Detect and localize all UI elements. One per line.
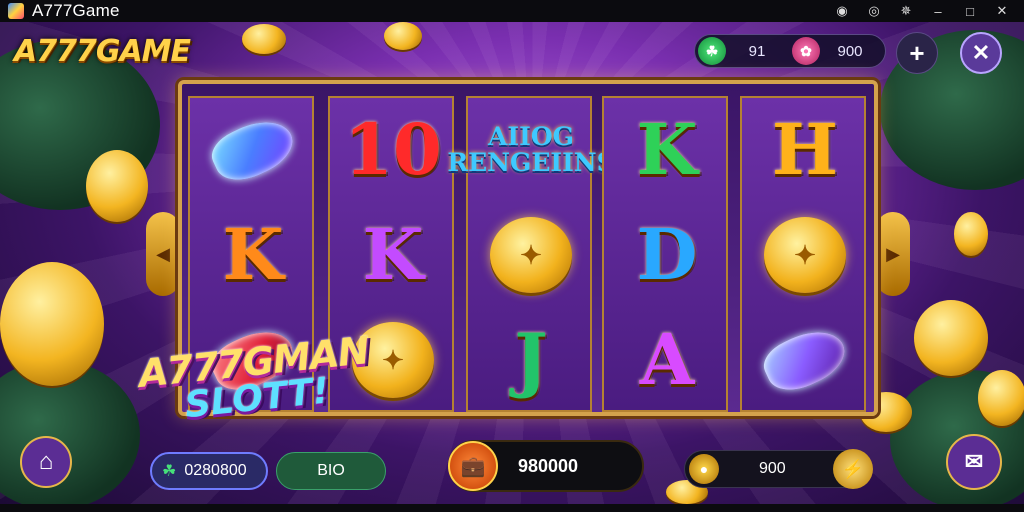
chevron-left-icon: ◀ [156, 243, 170, 264]
home-button[interactable]: ⌂ [20, 436, 72, 488]
window-controls: ◉ ◎ ✵ – □ ✕ [826, 0, 1018, 22]
reel-4: KDA [602, 96, 728, 412]
reel-cell: D [604, 203, 730, 307]
coin-symbol: ✦ [764, 217, 846, 293]
window-titlebar: A777Game ◉ ◎ ✵ – □ ✕ [0, 0, 1024, 22]
reel-cell: AIIOG RENGEIINS [447, 98, 614, 202]
chat-icon: ✉ [964, 449, 984, 474]
flower-icon: ✿ [792, 37, 820, 65]
reel-cell: H [742, 98, 868, 202]
next-arrow-button[interactable]: ▶ [876, 212, 910, 296]
record-icon[interactable]: ◉ [826, 0, 858, 22]
close-button[interactable]: ✕ [960, 32, 1002, 74]
decor-coin [384, 22, 422, 50]
reel-cell: ✦ [742, 203, 868, 307]
bag-icon: 💼 [460, 455, 486, 478]
lightning-icon: ⚡ [841, 458, 865, 479]
decor-coin [0, 262, 104, 386]
close-icon: ✕ [971, 40, 991, 65]
decor-coin [978, 370, 1024, 426]
reel-cell: K [604, 98, 730, 202]
letter-symbol: K [636, 108, 698, 191]
decor-coin [954, 212, 988, 256]
letter-symbol: A [639, 318, 695, 401]
game-logo: A777GAME [14, 34, 191, 69]
wallet-secondary-value: 900 [837, 42, 863, 60]
credit-pill: ☘ 0280800 [150, 452, 268, 490]
banner-symbol: AIIOG RENGEIINS [447, 121, 615, 177]
letter-symbol: K [362, 213, 424, 296]
plus-icon: + [909, 37, 925, 68]
letter-symbol: H [771, 108, 839, 191]
reel-cell: 10 [330, 98, 456, 202]
reel-cell [742, 308, 868, 412]
minimize-button[interactable]: – [922, 0, 954, 22]
chat-button[interactable]: ✉ [946, 434, 1002, 490]
window-title: A777Game [32, 1, 120, 20]
reel-cell: ✦ [468, 203, 594, 307]
coin-icon: ● [689, 454, 719, 484]
letter-symbol: J [514, 318, 548, 401]
bet-button[interactable]: BIO [276, 452, 386, 490]
reel-5: H ✦ [740, 96, 866, 412]
spin-button[interactable]: 💼 [448, 441, 498, 491]
decor-coin [242, 24, 286, 54]
add-button[interactable]: + [896, 32, 938, 74]
win-value: 900 [759, 460, 786, 477]
credit-value: 0280800 [184, 462, 247, 479]
win-pill: ● 900 ⚡ [684, 449, 873, 489]
clover-icon: ☘ [698, 37, 726, 65]
prev-arrow-button[interactable]: ◀ [146, 212, 180, 296]
reel-cell: K [330, 203, 456, 307]
game-window: A777GAME ☘ 91 ✿ 900 + ✕ ◀ ▶ K 10 K ✦ AIIOG R… [0, 0, 1024, 512]
letter-symbol: D [636, 213, 698, 296]
bet-label: BIO [317, 462, 345, 479]
coin-symbol: ✦ [490, 217, 572, 293]
decor-coin [914, 300, 988, 376]
settings-icon[interactable]: ✵ [890, 0, 922, 22]
gem-symbol [205, 110, 301, 190]
decor-coin [86, 150, 148, 222]
spin-value: 980000 [518, 455, 579, 476]
home-icon: ⌂ [38, 448, 54, 475]
wallet-primary-value: 91 [748, 42, 766, 60]
wallet-pill[interactable]: ☘ 91 ✿ 900 [694, 34, 886, 68]
gem-symbol [757, 320, 853, 400]
reel-3: AIIOG RENGEIINS ✦ J [447, 96, 615, 412]
reel-cell: K [190, 203, 316, 307]
clover-icon: ☘ [162, 463, 177, 480]
letter-symbol: 10 [344, 108, 442, 191]
reel-cell: A [604, 308, 730, 412]
reel-cell: J [468, 308, 594, 412]
reel-cell [190, 98, 316, 202]
chevron-right-icon: ▶ [886, 243, 900, 264]
target-icon[interactable]: ◎ [858, 0, 890, 22]
lightning-button[interactable]: ⚡ [833, 449, 873, 489]
letter-symbol: K [222, 213, 284, 296]
spin-panel[interactable]: 💼 980000 [448, 440, 644, 492]
window-close-button[interactable]: ✕ [986, 0, 1018, 22]
taskbar [0, 504, 1024, 512]
app-icon [8, 3, 24, 19]
maximize-button[interactable]: □ [954, 0, 986, 22]
